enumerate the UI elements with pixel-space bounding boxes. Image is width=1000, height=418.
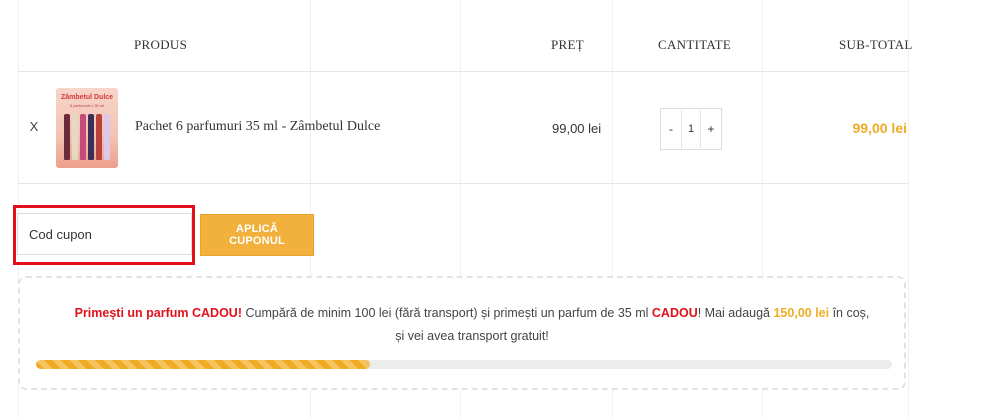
progress-fill (36, 360, 370, 369)
quantity-increase-button[interactable]: + (701, 122, 721, 136)
notice-text-part: Cumpără de minim 100 lei (fără transport… (242, 306, 652, 320)
remove-item-button[interactable]: X (27, 118, 41, 136)
gift-title: Primești un parfum CADOU! (74, 306, 242, 320)
product-name-link[interactable]: Pachet 6 parfumuri 35 ml - Zâmbetul Dulc… (135, 119, 380, 135)
header-product: PRODUS (134, 37, 188, 52)
notice-text: Primești un parfum CADOU! Cumpără de min… (70, 302, 874, 348)
header-price: PREȚ (551, 37, 584, 52)
gift-word: CADOU (651, 306, 698, 320)
grid-line (908, 0, 909, 418)
quantity-decrease-button[interactable]: - (661, 122, 681, 136)
row-subtotal: 99,00 lei (852, 120, 908, 136)
header-quantity: CANTITATE (658, 37, 732, 52)
product-thumbnail[interactable]: Zâmbetul Dulce 6 parfumuri x 35 ml (56, 88, 118, 168)
notice-text-part: ! Mai adaugă (697, 306, 774, 320)
quantity-stepper: - + (660, 108, 722, 150)
apply-coupon-button[interactable]: APLICĂ CUPONUL (200, 214, 314, 256)
shipping-progress-bar (36, 360, 892, 369)
quantity-input[interactable] (681, 110, 701, 148)
header-subtotal: SUB-TOTAL (839, 37, 913, 52)
remaining-amount: 150,00 lei (773, 306, 830, 320)
free-gift-notice: Primești un parfum CADOU! Cumpără de min… (18, 276, 906, 390)
product-price: 99,00 lei (552, 121, 602, 136)
row-divider (18, 183, 908, 184)
coupon-code-input[interactable] (17, 213, 192, 255)
thumbnail-subtitle: 6 parfumuri x 35 ml (69, 103, 105, 108)
header-divider (18, 71, 908, 72)
thumbnail-title: Zâmbetul Dulce (60, 94, 114, 101)
perfume-bottles-image (64, 114, 110, 160)
